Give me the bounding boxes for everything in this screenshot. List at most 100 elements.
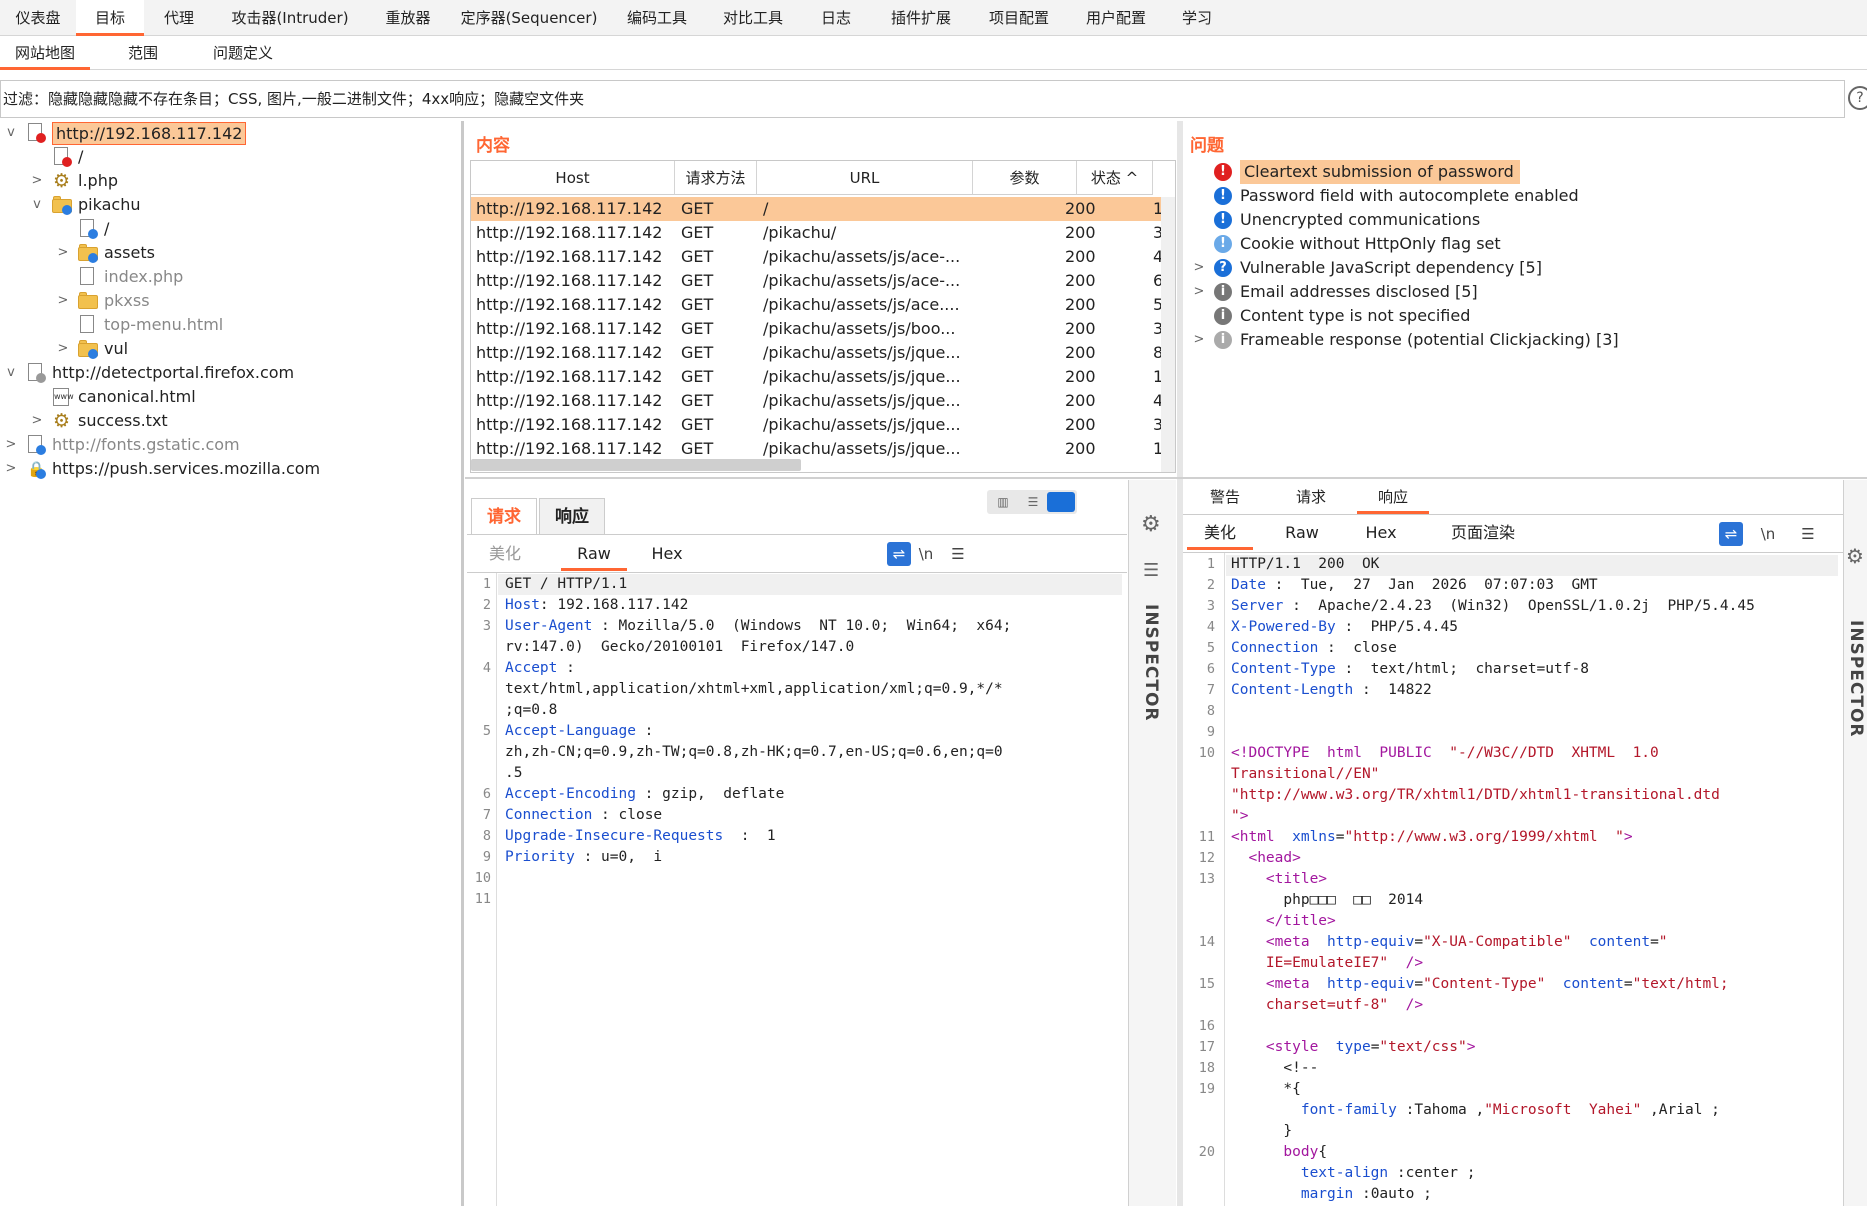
top-tab-7[interactable]: 对比工具: [706, 0, 800, 36]
column-header-2[interactable]: URL: [757, 161, 973, 195]
chevron-right-icon[interactable]: >: [1192, 280, 1206, 304]
tree-node[interactable]: /: [0, 217, 460, 241]
issue-item[interactable]: i Content type is not specified: [1188, 304, 1858, 328]
chevron-right-icon[interactable]: >: [30, 409, 44, 433]
gear-icon[interactable]: ⚙: [1846, 544, 1864, 568]
top-tab-0[interactable]: 仪表盘: [0, 0, 76, 36]
issue-item[interactable]: ! Unencrypted communications: [1188, 208, 1858, 232]
tree-node[interactable]: > pkxss: [0, 289, 460, 313]
editor-tab-0[interactable]: 请求: [471, 498, 537, 534]
top-tab-12[interactable]: 学习: [1164, 0, 1230, 36]
view-tab-1[interactable]: Raw: [1269, 516, 1335, 550]
view-tab-0[interactable]: 美化: [475, 537, 535, 571]
chevron-right-icon[interactable]: >: [56, 289, 70, 313]
tree-node[interactable]: /: [0, 145, 460, 169]
top-tab-6[interactable]: 编码工具: [608, 0, 706, 36]
table-row[interactable]: http://192.168.117.142 GET/pikachu/assets…: [471, 269, 1163, 293]
view-tab-2[interactable]: Hex: [637, 537, 697, 571]
inspector-sidebar[interactable]: ⚙ ☰ INSPECTOR: [1128, 480, 1176, 1206]
top-tab-3[interactable]: 攻击器(Intruder): [214, 0, 366, 36]
table-row[interactable]: http://192.168.117.142 GET/pikachu/assets…: [471, 245, 1163, 269]
chevron-down-icon[interactable]: v: [30, 193, 44, 217]
split-view-icon[interactable]: ▥: [989, 492, 1017, 512]
menu-icon[interactable]: ☰: [1791, 522, 1825, 546]
tree-node[interactable]: v http://detectportal.firefox.com: [0, 361, 460, 385]
view-tab-1[interactable]: Raw: [561, 537, 627, 571]
tree-node[interactable]: > vul: [0, 337, 460, 361]
tree-node[interactable]: top-menu.html: [0, 313, 460, 337]
table-row[interactable]: http://192.168.117.142 GET/pikachu/assets…: [471, 389, 1163, 413]
table-row[interactable]: http://192.168.117.142 GET/pikachu/assets…: [471, 437, 1163, 461]
message-tab-1[interactable]: 请求: [1275, 480, 1347, 514]
tree-node[interactable]: v http://192.168.117.142: [0, 121, 460, 145]
chevron-down-icon[interactable]: v: [4, 361, 18, 385]
tree-node[interactable]: > 🔒 https://push.services.mozilla.com: [0, 457, 460, 481]
top-tab-10[interactable]: 项目配置: [970, 0, 1068, 36]
chevron-right-icon[interactable]: >: [4, 433, 18, 457]
table-scrollbar[interactable]: [1161, 197, 1175, 472]
tree-node[interactable]: > ⚙ success.txt: [0, 409, 460, 433]
stacked-view-icon[interactable]: ☰: [1019, 492, 1047, 512]
view-tab-2[interactable]: Hex: [1351, 516, 1411, 550]
top-tab-9[interactable]: 插件扩展: [872, 0, 970, 36]
tree-node[interactable]: > ⚙ l.php: [0, 169, 460, 193]
chevron-right-icon[interactable]: >: [4, 457, 18, 481]
top-tab-5[interactable]: 定序器(Sequencer): [450, 0, 608, 36]
sub-tab-1[interactable]: 范围: [90, 36, 196, 70]
top-tab-4[interactable]: 重放器: [366, 0, 450, 36]
tree-node[interactable]: index.php: [0, 265, 460, 289]
inspector-label[interactable]: INSPECTOR: [1846, 620, 1866, 737]
chevron-right-icon[interactable]: >: [1192, 328, 1206, 352]
tree-node[interactable]: > http://fonts.gstatic.com: [0, 433, 460, 457]
chevron-right-icon[interactable]: >: [56, 337, 70, 361]
table-row[interactable]: http://192.168.117.142 GET/pikachu/assets…: [471, 341, 1163, 365]
issue-item[interactable]: ! Cookie without HttpOnly flag set: [1188, 232, 1858, 256]
sub-tab-0[interactable]: 网站地图: [0, 36, 90, 70]
horizontal-divider[interactable]: [465, 477, 1867, 479]
table-row[interactable]: http://192.168.117.142 GET/pikachu/assets…: [471, 293, 1163, 317]
table-row[interactable]: http://192.168.117.142 GET/200 1: [471, 197, 1163, 221]
message-tab-2[interactable]: 响应: [1357, 480, 1429, 514]
tree-node[interactable]: v pikachu: [0, 193, 460, 217]
top-tab-8[interactable]: 日志: [800, 0, 872, 36]
wrap-lines-icon[interactable]: ⇌: [1719, 522, 1743, 546]
view-tab-3[interactable]: 页面渲染: [1427, 516, 1539, 550]
chevron-right-icon[interactable]: >: [30, 169, 44, 193]
table-row[interactable]: http://192.168.117.142 GET/pikachu/200 3: [471, 221, 1163, 245]
newline-toggle[interactable]: \n: [909, 542, 943, 566]
newline-toggle[interactable]: \n: [1751, 522, 1785, 546]
wrap-lines-icon[interactable]: ⇌: [887, 542, 911, 566]
table-row[interactable]: http://192.168.117.142 GET/pikachu/assets…: [471, 365, 1163, 389]
tree-node[interactable]: www canonical.html: [0, 385, 460, 409]
inspector-label[interactable]: INSPECTOR: [1141, 604, 1161, 721]
top-tab-2[interactable]: 代理: [144, 0, 214, 36]
chevron-right-icon[interactable]: >: [56, 241, 70, 265]
issue-item[interactable]: ! Cleartext submission of password: [1188, 160, 1858, 184]
top-tab-1[interactable]: 目标: [76, 0, 144, 36]
gear-icon[interactable]: ⚙: [1141, 512, 1161, 537]
column-header-1[interactable]: 请求方法: [675, 161, 757, 195]
column-header-0[interactable]: Host: [471, 161, 675, 195]
view-tab-0[interactable]: 美化: [1187, 516, 1253, 550]
issue-item[interactable]: ! Password field with autocomplete enable…: [1188, 184, 1858, 208]
menu-icon[interactable]: ☰: [941, 542, 975, 566]
horizontal-scrollbar[interactable]: [471, 459, 801, 471]
issue-item[interactable]: > i Email addresses disclosed [5]: [1188, 280, 1858, 304]
top-tab-11[interactable]: 用户配置: [1068, 0, 1164, 36]
menu-icon[interactable]: ☰: [1143, 560, 1159, 581]
chevron-right-icon[interactable]: >: [1192, 256, 1206, 280]
editor-tab-1[interactable]: 响应: [539, 498, 605, 534]
chevron-down-icon[interactable]: v: [4, 121, 18, 145]
tree-node[interactable]: > assets: [0, 241, 460, 265]
column-header-4[interactable]: 状态 ^: [1077, 161, 1153, 195]
help-icon[interactable]: ?: [1848, 86, 1867, 110]
single-view-icon[interactable]: [1047, 492, 1075, 512]
table-row[interactable]: http://192.168.117.142 GET/pikachu/assets…: [471, 413, 1163, 437]
column-header-3[interactable]: 参数: [973, 161, 1077, 195]
issue-item[interactable]: >? Vulnerable JavaScript dependency [5]: [1188, 256, 1858, 280]
message-tab-0[interactable]: 警告: [1189, 480, 1261, 514]
table-row[interactable]: http://192.168.117.142 GET/pikachu/assets…: [471, 317, 1163, 341]
filter-bar[interactable]: 过滤：隐藏隐藏隐藏不存在条目；CSS, 图片,一般二进制文件；4xx响应；隐藏空…: [0, 80, 1845, 118]
inspector-sidebar-right[interactable]: ⚙ INSPECTOR: [1843, 480, 1867, 1206]
sub-tab-2[interactable]: 问题定义: [196, 36, 290, 70]
